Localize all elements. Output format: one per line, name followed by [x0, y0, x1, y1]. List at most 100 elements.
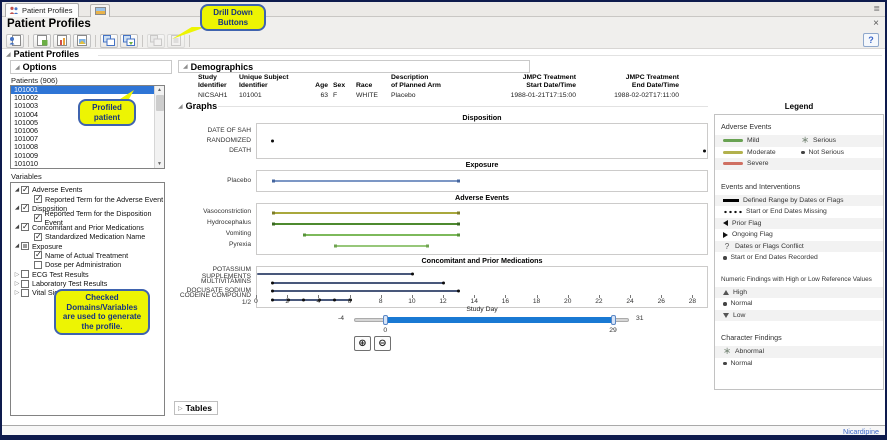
tree-expander-icon[interactable]: ◢: [13, 205, 21, 211]
variable-item[interactable]: Name of Actual Treatment: [11, 251, 164, 260]
dot-marker-icon: [723, 362, 727, 366]
segment-start-cap: [303, 233, 306, 236]
timeline-segment: [304, 234, 459, 236]
variable-checkbox[interactable]: [34, 233, 42, 241]
outline-tables[interactable]: ▷ Tables: [174, 401, 218, 415]
help-button[interactable]: ?: [863, 33, 879, 47]
chart-title: Adverse Events: [256, 192, 708, 203]
toolbar-separator: [95, 35, 96, 47]
cell-value: NICSAH1: [198, 92, 234, 99]
legend-section-numeric-findings: Numeric Findings with High or Low Refere…: [715, 273, 883, 322]
axis-tick-label: 10: [408, 298, 415, 305]
variable-item[interactable]: Reported Term for the Adverse Event: [11, 194, 164, 203]
legend-item: High: [715, 287, 883, 299]
drill-down-icon-6[interactable]: [120, 34, 138, 48]
cell-value: 1988-01-21T17:15:00: [482, 92, 576, 99]
outline-patient-profiles[interactable]: ◢ Patient Profiles: [6, 49, 79, 59]
legend-item: ?Dates or Flags Conflict: [715, 241, 883, 253]
patient-profiles-window: Patient Profiles ≣ Patient Profiles × ? …: [0, 0, 887, 440]
divider: [98, 55, 882, 56]
tree-expander-icon[interactable]: ◢: [13, 187, 21, 193]
variable-checkbox[interactable]: [21, 289, 29, 297]
legend-item: Mild∗Serious: [715, 135, 883, 147]
axis-tick-label: 14: [471, 298, 478, 305]
tab-bar: Patient Profiles ≣: [2, 2, 885, 17]
tree-expander-icon[interactable]: ◢: [13, 243, 21, 249]
axis-tick-label: 0: [254, 298, 258, 305]
collapse-triangle-icon: ◢: [183, 63, 188, 70]
axis-tick-label: 24: [626, 298, 633, 305]
variable-checkbox[interactable]: [21, 280, 29, 288]
drill-down-icon-8[interactable]: [167, 34, 185, 48]
people-icon: [9, 6, 19, 15]
zoom-out-button[interactable]: ⊖: [374, 336, 391, 351]
tab-journal[interactable]: [90, 4, 110, 17]
variable-item[interactable]: ▷ECG Test Results: [11, 270, 164, 279]
patient-item[interactable]: 101010: [11, 160, 164, 168]
toolbar-separator: [142, 35, 143, 47]
tab-patient-profiles[interactable]: Patient Profiles: [5, 3, 79, 17]
collapse-triangle-icon: ◢: [15, 64, 20, 71]
variable-checkbox[interactable]: [34, 261, 42, 269]
slider-high-handle[interactable]: [611, 315, 616, 325]
chart-row: [257, 173, 707, 189]
outline-graphs[interactable]: ◢ Graphs: [178, 101, 217, 111]
variable-item[interactable]: Dose per Administration: [11, 260, 164, 269]
legend-item: Start or End Dates Recorded: [715, 252, 883, 264]
chart-adverse-events: Adverse EventsVasoconstrictionHydrocepha…: [178, 192, 708, 255]
scroll-down-icon[interactable]: ▼: [155, 161, 164, 167]
variable-item[interactable]: ▷Laboratory Test Results: [11, 279, 164, 288]
variable-item[interactable]: Standardized Medication Name: [11, 232, 164, 241]
tree-expander-icon[interactable]: ▷: [13, 280, 21, 287]
variable-checkbox[interactable]: [34, 195, 42, 203]
dot-marker-icon: [723, 256, 727, 260]
axis-tick-label: 8: [379, 298, 383, 305]
variable-checkbox[interactable]: [21, 270, 29, 278]
variable-item[interactable]: ◢Concomitant and Prior Medications: [11, 223, 164, 232]
drill-down-icon-2[interactable]: [33, 34, 51, 48]
variable-checkbox[interactable]: [21, 223, 29, 231]
drill-down-icon-7[interactable]: [147, 34, 165, 48]
chart-row: [257, 126, 707, 136]
close-icon[interactable]: ×: [873, 19, 879, 29]
event-point: [703, 150, 706, 153]
legend-item: Ongoing Flag: [715, 229, 883, 241]
variable-item[interactable]: ◢Exposure: [11, 241, 164, 250]
scrollbar-thumb[interactable]: [156, 95, 164, 111]
drill-down-icon-4[interactable]: [73, 34, 91, 48]
tree-expander-icon[interactable]: ▷: [13, 271, 21, 278]
window-bottom-edge: [2, 435, 885, 438]
zoom-in-button[interactable]: ⊕: [354, 336, 371, 351]
collapse-triangle-icon: ◢: [178, 103, 183, 110]
patients-listbox[interactable]: 1010011010021010031010041010051010061010…: [10, 85, 165, 169]
tri-up-marker-icon: [723, 290, 729, 295]
outline-options[interactable]: ◢ Options: [10, 60, 172, 74]
drill-down-icon-1[interactable]: [6, 34, 24, 48]
variable-checkbox[interactable]: [34, 251, 42, 259]
variable-checkbox[interactable]: [21, 242, 29, 250]
chart-row: [257, 146, 707, 156]
variable-checkbox[interactable]: [34, 214, 42, 222]
listbox-scrollbar[interactable]: ▲ ▼: [154, 86, 164, 168]
tree-expander-icon[interactable]: ◢: [13, 224, 21, 230]
chart-plot-area: [256, 123, 708, 159]
slider-selected-range[interactable]: [385, 317, 613, 323]
panel-menu-icon[interactable]: ≣: [873, 4, 880, 13]
variable-checkbox[interactable]: [21, 186, 29, 194]
axis-tick-label: 2: [285, 298, 289, 305]
tree-expander-icon[interactable]: ▷: [13, 289, 21, 296]
dot-marker-icon: [801, 151, 805, 155]
scroll-up-icon[interactable]: ▲: [155, 87, 164, 93]
slider-low-handle[interactable]: [383, 315, 388, 325]
zoom-controls: ⊕ ⊖: [354, 336, 391, 351]
variable-item[interactable]: Reported Term for the Disposition Event: [11, 213, 164, 222]
drill-down-icon-5[interactable]: [100, 34, 118, 48]
outline-demographics[interactable]: ◢ Demographics: [178, 60, 530, 73]
star-marker-icon: ∗: [801, 138, 809, 144]
variable-item[interactable]: ◢Adverse Events: [11, 185, 164, 194]
variable-checkbox[interactable]: [21, 204, 29, 212]
legend-item-label: Ongoing Flag: [732, 231, 773, 238]
chart-row: [257, 136, 707, 146]
cell-value: WHITE: [356, 92, 386, 99]
drill-down-icon-3[interactable]: [53, 34, 71, 48]
